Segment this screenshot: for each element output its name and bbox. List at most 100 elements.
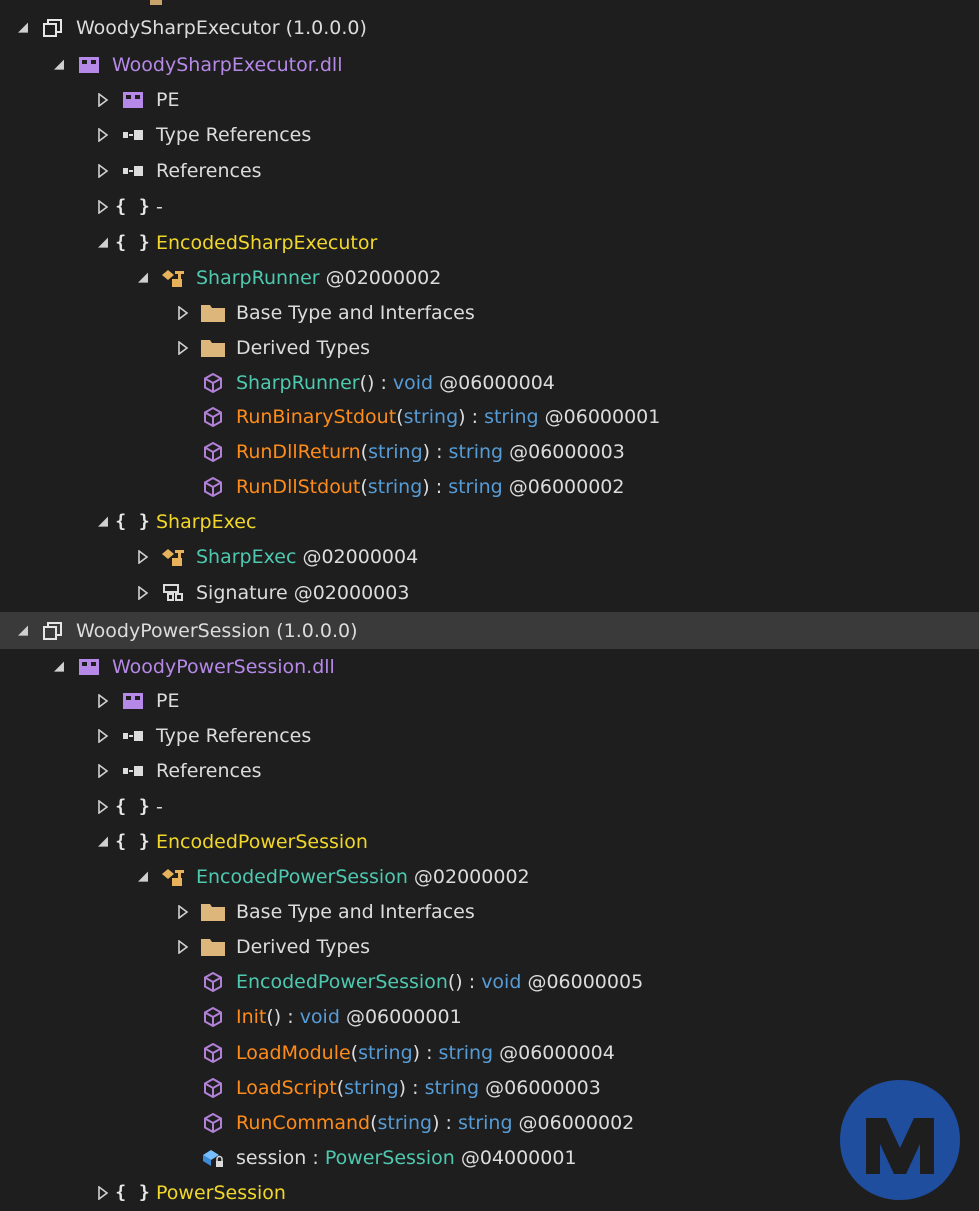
tree-row-r8[interactable]: ◢ SharpRunner @02000002 [0, 259, 979, 296]
tree-row-r15[interactable]: ◢{ } SharpExec [0, 503, 979, 540]
label-part: WoodySharpExecutor (1.0.0.0) [76, 16, 367, 39]
label-part: LoadScript [236, 1076, 337, 1099]
tree-row-label: References [156, 160, 262, 182]
module-icon [76, 654, 102, 680]
tree-row-r19[interactable]: ◢ WoodyPowerSession.dll [0, 648, 979, 685]
label-part: PE [156, 689, 180, 712]
tree-row-label: RunBinaryStdout(string) : string @060000… [236, 406, 660, 428]
label-part: ) : [432, 1111, 458, 1134]
class-icon [160, 544, 186, 570]
label-part: string [448, 440, 504, 463]
method-icon [200, 969, 226, 995]
expanded-arrow-icon[interactable]: ◢ [12, 17, 34, 39]
label-part: RunDllReturn [236, 440, 361, 463]
collapsed-arrow-icon[interactable] [172, 337, 194, 359]
tree-row-r17[interactable]: Signature @02000003 [0, 574, 979, 611]
collapsed-arrow-icon[interactable] [92, 725, 114, 747]
collapsed-arrow-icon[interactable] [132, 546, 154, 568]
expanded-arrow-icon[interactable]: ◢ [132, 267, 154, 289]
namespace-icon: { } [115, 796, 151, 817]
tree-row-r7[interactable]: ◢{ } EncodedSharpExecutor [0, 224, 979, 261]
module-icon [76, 52, 102, 78]
tree-row-r31[interactable]: LoadScript(string) : string @06000003 [0, 1069, 979, 1106]
label-part: string [344, 1076, 399, 1099]
expanded-arrow-icon[interactable]: ◢ [12, 620, 34, 642]
collapsed-arrow-icon[interactable] [92, 160, 114, 182]
collapsed-arrow-icon[interactable] [172, 901, 194, 923]
collapsed-arrow-icon[interactable] [92, 124, 114, 146]
collapsed-arrow-icon[interactable] [92, 89, 114, 111]
label-part: @06000003 [503, 440, 625, 463]
tree-row-r12[interactable]: RunBinaryStdout(string) : string @060000… [0, 398, 979, 435]
tree-row-r25[interactable]: ◢ EncodedPowerSession @02000002 [0, 858, 979, 895]
tree-row-r23[interactable]: { } - [0, 788, 979, 825]
expanded-arrow-icon[interactable]: ◢ [92, 232, 114, 254]
label-part: ( [336, 1076, 345, 1099]
tree-row-r16[interactable]: SharpExec @02000004 [0, 538, 979, 575]
malwarebytes-logo-icon [840, 1080, 960, 1200]
tree-row-r10[interactable]: Derived Types [0, 329, 979, 366]
tree-row-r14[interactable]: RunDllStdout(string) : string @06000002 [0, 468, 979, 505]
field-icon [200, 1145, 226, 1171]
tree-row-r11[interactable]: SharpRunner() : void @06000004 [0, 364, 979, 401]
references-icon [120, 158, 146, 184]
tree-row-r34[interactable]: { } PowerSession [0, 1174, 979, 1211]
collapsed-arrow-icon[interactable] [92, 690, 114, 712]
tree-row-r1[interactable]: ◢ WoodySharpExecutor (1.0.0.0) [0, 9, 979, 46]
tree-row-label: PE [156, 690, 179, 712]
expanded-arrow-icon[interactable]: ◢ [92, 511, 114, 533]
no-arrow-spacer [172, 476, 194, 498]
tree-row-r29[interactable]: Init() : void @06000001 [0, 998, 979, 1035]
label-part: ( [396, 405, 404, 428]
tree-row-r30[interactable]: LoadModule(string) : string @06000004 [0, 1034, 979, 1071]
expanded-arrow-icon[interactable]: ◢ [48, 54, 70, 76]
expanded-arrow-icon[interactable]: ◢ [132, 866, 154, 888]
collapsed-arrow-icon[interactable] [172, 936, 194, 958]
tree-row-r27[interactable]: Derived Types [0, 928, 979, 965]
label-part: @06000002 [512, 1111, 635, 1134]
collapsed-arrow-icon[interactable] [92, 760, 114, 782]
tree-row-r26[interactable]: Base Type and Interfaces [0, 893, 979, 930]
label-part: @06000002 [502, 475, 625, 498]
label-part: void [299, 1005, 340, 1028]
tree-row-r6[interactable]: { } - [0, 188, 979, 225]
collapsed-arrow-icon[interactable] [92, 196, 114, 218]
tree-row-r3[interactable]: PE [0, 81, 979, 118]
label-part: : [306, 1146, 325, 1169]
tree-row-r2[interactable]: ◢ WoodySharpExecutor.dll [0, 46, 979, 83]
tree-row-r21[interactable]: Type References [0, 717, 979, 754]
label-part: ) : [422, 475, 449, 498]
label-part: string [438, 1041, 494, 1064]
no-arrow-spacer [172, 1077, 194, 1099]
tree-row-r9[interactable]: Base Type and Interfaces [0, 294, 979, 331]
expanded-arrow-icon[interactable]: ◢ [48, 656, 70, 678]
tree-row-r20[interactable]: PE [0, 682, 979, 719]
struct-icon [160, 580, 186, 606]
tree-row-label: EncodedPowerSession @02000002 [196, 866, 530, 888]
collapsed-arrow-icon[interactable] [172, 302, 194, 324]
tree-row-label: Type References [156, 124, 311, 146]
label-part: SharpExec [156, 510, 257, 533]
collapsed-arrow-icon[interactable] [92, 1182, 114, 1204]
tree-row-r13[interactable]: RunDllReturn(string) : string @06000003 [0, 433, 979, 470]
label-part: @02000002 [319, 266, 442, 289]
label-part: PowerSession [324, 1146, 455, 1169]
tree-row-r18[interactable]: ◢ WoodyPowerSession (1.0.0.0) [0, 612, 979, 649]
tree-row-r24[interactable]: ◢{ } EncodedPowerSession [0, 823, 979, 860]
tree-row-label: - [156, 796, 163, 818]
assembly-icon [40, 618, 66, 644]
label-part: string [457, 1111, 513, 1134]
tree-row-r33[interactable]: session : PowerSession @04000001 [0, 1139, 979, 1176]
tree-row-r22[interactable]: References [0, 752, 979, 789]
collapsed-arrow-icon[interactable] [132, 582, 154, 604]
label-part: PE [156, 88, 180, 111]
method-icon [200, 439, 226, 465]
tree-row-r5[interactable]: References [0, 152, 979, 189]
tree-row-label: EncodedPowerSession() : void @06000005 [236, 971, 643, 993]
label-part: EncodedSharpExecutor [156, 231, 378, 254]
collapsed-arrow-icon[interactable] [92, 796, 114, 818]
expanded-arrow-icon[interactable]: ◢ [92, 831, 114, 853]
tree-row-r4[interactable]: Type References [0, 116, 979, 153]
tree-row-r28[interactable]: EncodedPowerSession() : void @06000005 [0, 963, 979, 1000]
tree-row-r32[interactable]: RunCommand(string) : string @06000002 [0, 1104, 979, 1141]
